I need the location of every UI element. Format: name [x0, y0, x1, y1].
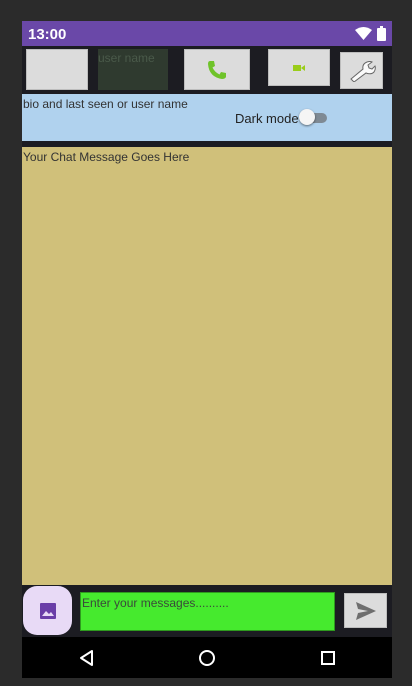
- send-icon: [355, 601, 376, 620]
- video-call-button[interactable]: [268, 49, 330, 86]
- voice-call-button[interactable]: [184, 49, 250, 90]
- send-button[interactable]: [344, 593, 387, 628]
- settings-button[interactable]: [340, 52, 383, 89]
- wrench-icon: [349, 60, 376, 82]
- chat-message: Your Chat Message Goes Here: [23, 150, 190, 164]
- wifi-icon: [355, 27, 372, 40]
- dark-mode-label: Dark mode: [235, 111, 299, 126]
- message-input[interactable]: Enter your messages..........: [80, 592, 335, 631]
- attach-image-button[interactable]: [23, 586, 72, 635]
- phone-screen: 13:00 user name bio and last seen or use…: [22, 21, 392, 678]
- dark-mode-toggle[interactable]: [299, 109, 327, 125]
- home-icon[interactable]: [198, 649, 216, 667]
- back-icon[interactable]: [78, 649, 96, 667]
- toggle-thumb: [299, 109, 315, 125]
- battery-icon: [377, 26, 386, 41]
- status-bar: 13:00: [22, 21, 392, 46]
- navigation-bar: [22, 637, 392, 678]
- chat-toolbar: user name: [22, 46, 392, 94]
- bio-text: bio and last seen or user name: [23, 97, 188, 111]
- chat-message-area[interactable]: Your Chat Message Goes Here: [22, 147, 392, 585]
- recents-icon[interactable]: [319, 649, 337, 667]
- video-icon: [293, 64, 305, 71]
- status-time: 13:00: [28, 26, 67, 43]
- user-name-field[interactable]: user name: [98, 49, 168, 90]
- composer-bar: Enter your messages..........: [22, 585, 392, 637]
- info-bar: bio and last seen or user name Dark mode: [22, 94, 392, 141]
- image-icon: [39, 602, 56, 619]
- phone-icon: [208, 60, 226, 79]
- avatar-button[interactable]: [26, 49, 88, 90]
- status-icons: [355, 26, 386, 41]
